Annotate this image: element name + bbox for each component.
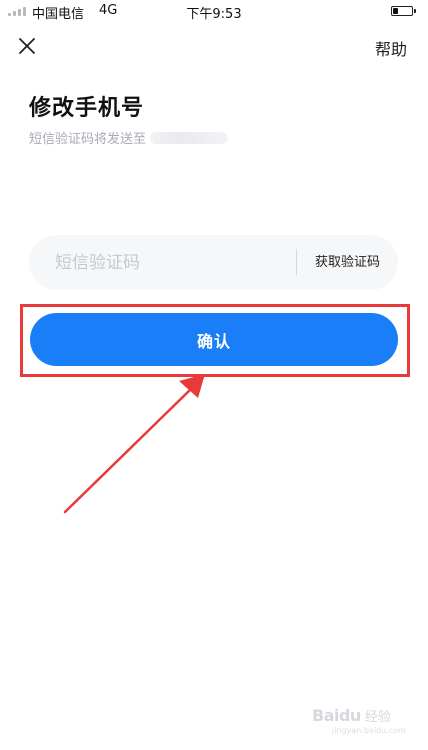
page-title: 修改手机号	[29, 96, 145, 121]
confirm-button[interactable]: 确认	[30, 313, 398, 366]
masked-phone-number	[150, 131, 229, 144]
get-code-button[interactable]: 获取验证码	[297, 235, 398, 290]
arrow-shaft	[63, 385, 195, 514]
battery-icon	[391, 6, 416, 16]
watermark-logo: Baidu	[312, 706, 361, 725]
watermark-url: jingyan.baidu.com	[332, 726, 406, 735]
watermark: Baidu 经验	[312, 706, 391, 725]
subtitle-text: 短信验证码将发送至	[29, 132, 147, 147]
arrow-head	[179, 374, 205, 398]
verification-code-input[interactable]	[55, 235, 285, 290]
status-bar: 中国电信 4G 下午9:53	[0, 0, 428, 22]
watermark-text: 经验	[364, 710, 391, 725]
close-icon	[19, 38, 35, 54]
subtitle-row: 短信验证码将发送至	[29, 128, 229, 147]
battery-level	[393, 8, 398, 14]
close-button[interactable]	[17, 36, 37, 56]
help-link[interactable]: 帮助	[375, 36, 407, 60]
status-time: 下午9:53	[186, 7, 242, 22]
battery-cap	[414, 9, 416, 13]
verification-code-row: 获取验证码	[29, 235, 398, 290]
